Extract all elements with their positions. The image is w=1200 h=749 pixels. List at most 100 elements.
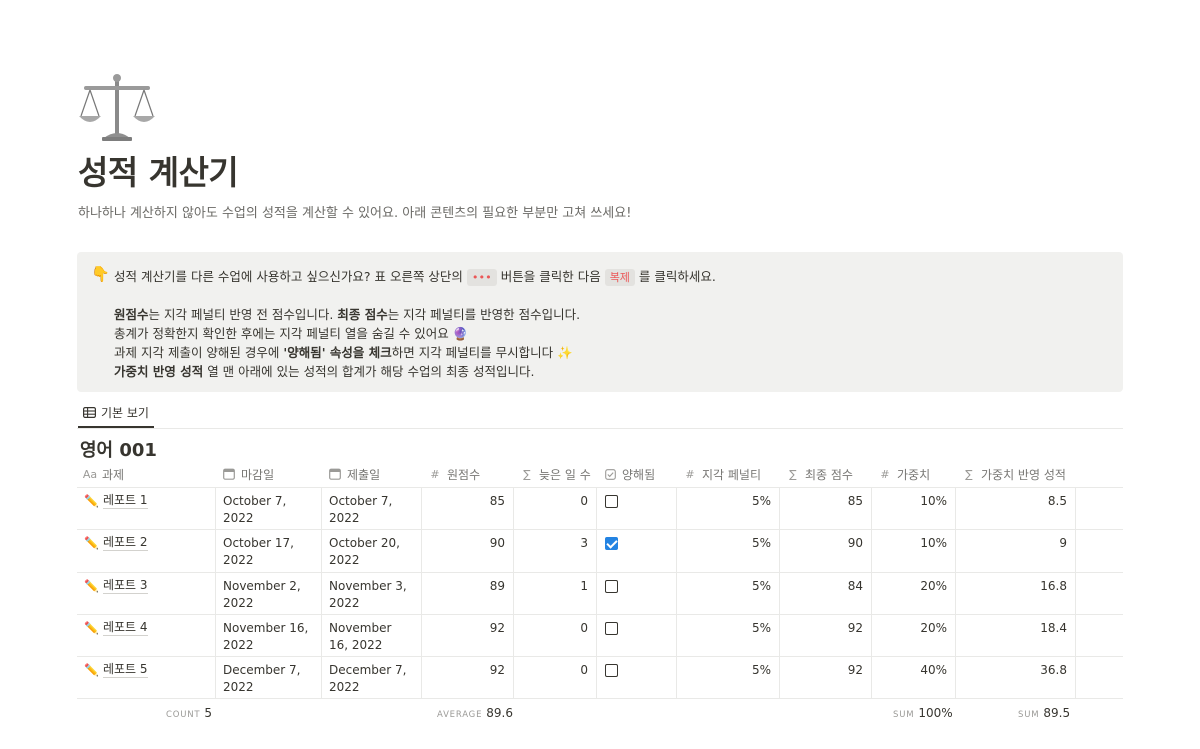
page-title[interactable]: 성적 계산기 [78, 146, 239, 194]
aggregate-value: 100% [918, 706, 953, 720]
table-row[interactable]: ✏️ 레포트 2 October 17, 2022 October 20, 2022 9… [77, 530, 1123, 573]
excused-checkbox[interactable] [605, 621, 618, 635]
column-header-days-late[interactable]: ∑ 늦은 일 수 [514, 461, 597, 487]
cell-days-late[interactable]: 0 [514, 657, 597, 699]
column-header-weight[interactable]: # 가중치 [872, 461, 956, 487]
aggregate-average-raw-score[interactable]: AVERAGE 89.6 [437, 706, 513, 720]
cell-value: 3 [580, 536, 588, 551]
cell-weighted[interactable]: 16.8 [956, 572, 1076, 614]
cell-penalty[interactable]: 5% [677, 614, 780, 657]
cell-weighted[interactable]: 8.5 [956, 488, 1076, 530]
callout-text: 과제 지각 제출이 양해된 경우에 [114, 345, 284, 360]
excused-checkbox[interactable] [605, 579, 618, 593]
table-row[interactable]: ✏️ 레포트 1 October 7, 2022 October 7, 2022 85 0… [77, 488, 1123, 531]
cell-weight[interactable]: 10% [872, 530, 956, 572]
column-header-weighted-grade[interactable]: ∑ 가중치 반영 성적 [956, 461, 1076, 487]
column-header-late-penalty[interactable]: # 지각 페널티 [677, 461, 780, 487]
column-header-name[interactable]: Aa 과제 [77, 461, 216, 487]
formula-icon: ∑ [965, 467, 973, 481]
checkbox-icon [603, 468, 617, 480]
cell-raw[interactable]: 92 [422, 657, 514, 699]
cell-submitted[interactable]: October 7, 2022 [322, 488, 422, 530]
column-header-final-score[interactable]: ∑ 최종 점수 [780, 461, 872, 487]
cell-raw[interactable]: 85 [422, 488, 514, 530]
tab-default-view[interactable]: 기본 보기 [78, 398, 154, 428]
cell-final[interactable]: 90 [780, 530, 872, 572]
cell-name[interactable]: ✏️ 레포트 3 [77, 572, 216, 614]
callout-text: 하면 지각 페널티를 무시합니다 ✨ [391, 345, 573, 360]
column-header-raw-score[interactable]: # 원점수 [422, 461, 514, 487]
cell-value: November 2, 2022 [223, 578, 301, 610]
cell-excused[interactable] [597, 530, 677, 572]
column-header-empty [1076, 461, 1123, 487]
column-header-excused[interactable]: 양해됨 [597, 461, 677, 487]
excused-checkbox[interactable] [605, 495, 618, 508]
cell-weighted[interactable]: 18.4 [956, 614, 1076, 657]
cell-excused[interactable] [597, 614, 677, 657]
excused-checkbox[interactable] [605, 664, 618, 678]
assignment-name[interactable]: 레포트 3 [102, 578, 148, 594]
balance-scale-icon[interactable] [78, 70, 156, 148]
cell-due[interactable]: November 2, 2022 [216, 572, 322, 614]
cell-days-late[interactable]: 0 [514, 488, 597, 530]
cell-name[interactable]: ✏️ 레포트 2 [77, 530, 216, 572]
calendar-icon [328, 468, 342, 480]
excused-checkbox[interactable] [605, 537, 618, 551]
cell-submitted[interactable]: November 3, 2022 [322, 572, 422, 614]
table-row[interactable]: ✏️ 레포트 3 November 2, 2022 November 3, 2022 8… [77, 572, 1123, 615]
cell-days-late[interactable]: 0 [514, 614, 597, 657]
cell-submitted[interactable]: December 7, 2022 [322, 657, 422, 699]
cell-excused[interactable] [597, 572, 677, 614]
assignment-name[interactable]: 레포트 2 [102, 535, 148, 552]
cell-submitted[interactable]: November 16, 2022 [322, 614, 422, 657]
cell-raw[interactable]: 89 [422, 572, 514, 614]
aggregate-label: SUM [893, 710, 915, 720]
cell-penalty[interactable]: 5% [677, 572, 780, 614]
cell-penalty[interactable]: 5% [677, 657, 780, 699]
cell-due[interactable]: November 16, 2022 [216, 614, 322, 657]
cell-value: 40% [920, 663, 947, 678]
cell-due[interactable]: December 7, 2022 [216, 657, 322, 699]
cell-excused[interactable] [597, 488, 677, 530]
text-icon: Aa [82, 467, 98, 481]
cell-due[interactable]: October 7, 2022 [216, 488, 322, 530]
cell-name[interactable]: ✏️ 레포트 1 [77, 488, 216, 530]
cell-weight[interactable]: 10% [872, 488, 956, 530]
cell-weight[interactable]: 40% [872, 657, 956, 699]
cell-raw[interactable]: 90 [422, 530, 514, 572]
assignment-name[interactable]: 레포트 1 [102, 493, 148, 509]
cell-penalty[interactable]: 5% [677, 488, 780, 530]
column-header-due[interactable]: 마감일 [216, 461, 322, 487]
callout-line-4: 과제 지각 제출이 양해된 경우에 '양해됨' 속성을 체크하면 지각 페널티를… [114, 342, 573, 361]
column-header-submitted[interactable]: 제출일 [322, 461, 422, 487]
cell-weighted[interactable]: 9 [956, 530, 1076, 572]
aggregate-label: SUM [1018, 710, 1040, 720]
cell-submitted[interactable]: October 20, 2022 [322, 530, 422, 572]
table-row[interactable]: ✏️ 레포트 5 December 7, 2022 December 7, 2022 9… [77, 657, 1123, 700]
database-title[interactable]: 영어 001 [80, 436, 157, 462]
aggregate-count[interactable]: COUNT 5 [166, 706, 212, 720]
cell-weighted[interactable]: 36.8 [956, 657, 1076, 699]
page-description[interactable]: 하나하나 계산하지 않아도 수업의 성적을 계산할 수 있어요. 아래 콘텐츠의… [78, 202, 631, 221]
cell-final[interactable]: 92 [780, 657, 872, 699]
pencil-icon: ✏️ [84, 663, 99, 678]
cell-weight[interactable]: 20% [872, 572, 956, 614]
cell-raw[interactable]: 92 [422, 614, 514, 657]
cell-weight[interactable]: 20% [872, 614, 956, 657]
cell-final[interactable]: 92 [780, 614, 872, 657]
assignment-name[interactable]: 레포트 4 [102, 620, 148, 636]
cell-penalty[interactable]: 5% [677, 530, 780, 572]
cell-empty [1076, 488, 1123, 529]
cell-days-late[interactable]: 3 [514, 530, 597, 572]
cell-excused[interactable] [597, 657, 677, 699]
cell-days-late[interactable]: 1 [514, 572, 597, 614]
cell-name[interactable]: ✏️ 레포트 4 [77, 614, 216, 657]
table-row[interactable]: ✏️ 레포트 4 November 16, 2022 November 16, 202… [77, 614, 1123, 658]
assignment-name[interactable]: 레포트 5 [102, 662, 148, 679]
aggregate-sum-weighted-grade[interactable]: SUM 89.5 [1018, 706, 1070, 720]
aggregate-sum-weight[interactable]: SUM 100% [893, 706, 953, 720]
cell-due[interactable]: October 17, 2022 [216, 530, 322, 572]
cell-final[interactable]: 85 [780, 488, 872, 530]
cell-final[interactable]: 84 [780, 572, 872, 614]
cell-name[interactable]: ✏️ 레포트 5 [77, 657, 216, 699]
